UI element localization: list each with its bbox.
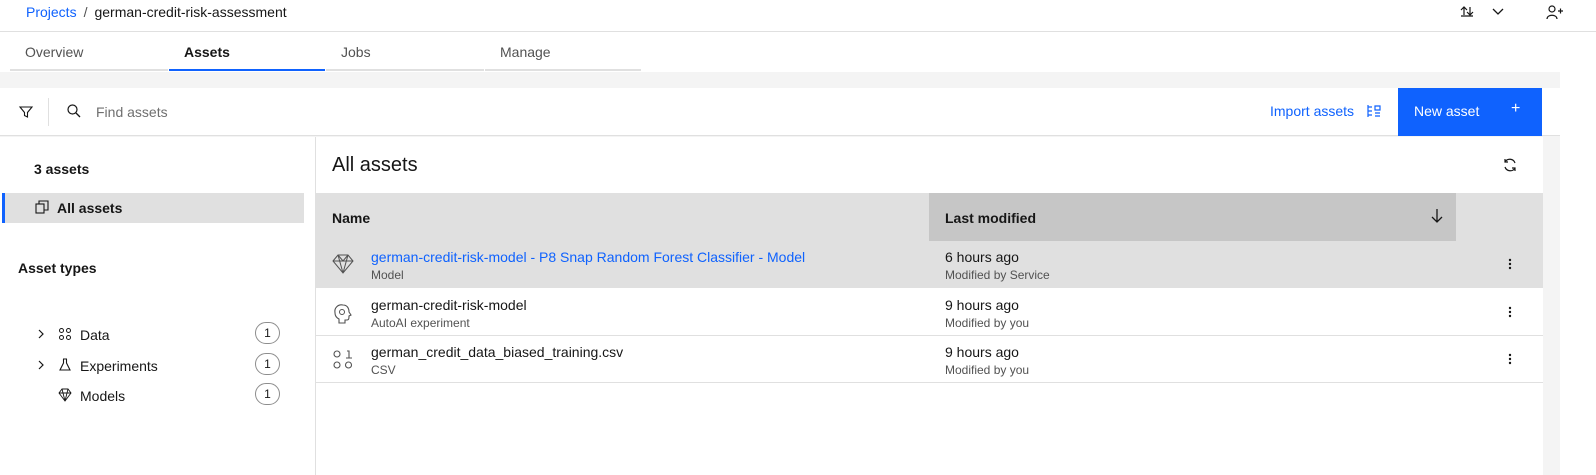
assets-toolbar: Import assets New asset +	[0, 88, 1560, 136]
sidebar-type-data[interactable]: Data 1	[0, 321, 300, 351]
top-bar: Projects / german-credit-risk-assessment	[0, 0, 1596, 32]
breadcrumb-separator: /	[83, 4, 88, 20]
diamond-icon	[332, 254, 354, 279]
diamond-icon	[58, 388, 72, 405]
last-modified: 6 hours ago	[945, 249, 1019, 265]
asset-sidebar: 3 assets All assets Asset types Data 1 E…	[0, 137, 316, 475]
chevron-right-icon[interactable]	[36, 327, 46, 344]
table-row[interactable]: german-credit-risk-model - P8 Snap Rando…	[316, 241, 1543, 288]
count-badge: 1	[255, 322, 280, 344]
breadcrumb: Projects / german-credit-risk-assessment	[26, 4, 287, 20]
data-icon	[58, 327, 72, 344]
overflow-menu-icon[interactable]	[1502, 304, 1518, 325]
sidebar-type-experiments[interactable]: Experiments 1	[0, 352, 300, 382]
refresh-icon[interactable]	[1502, 157, 1518, 178]
breadcrumb-current: german-credit-risk-assessment	[94, 4, 287, 20]
page-title: All assets	[332, 154, 418, 176]
new-asset-button[interactable]: New asset +	[1398, 88, 1542, 136]
modified-by: Modified by you	[945, 316, 1030, 330]
sidebar-item-label: All assets	[57, 200, 123, 216]
sidebar-type-label: Models	[80, 388, 126, 404]
import-icon[interactable]	[1366, 103, 1382, 124]
sidebar-item-all-assets[interactable]: All assets	[2, 193, 304, 223]
chevron-down-icon[interactable]	[1491, 4, 1505, 21]
asset-type: CSV	[371, 363, 396, 377]
tab-overview[interactable]: Overview	[10, 32, 168, 71]
search-input[interactable]	[86, 98, 486, 126]
count-badge: 1	[255, 353, 280, 375]
upload-download-icon[interactable]	[1459, 4, 1475, 23]
table-row[interactable]: german-credit-risk-model AutoAI experime…	[316, 289, 1543, 336]
asset-name-link[interactable]: german-credit-risk-model	[371, 297, 527, 313]
sidebar-type-label: Data	[80, 327, 110, 343]
sort-arrow-down-icon[interactable]	[1429, 208, 1445, 227]
asset-types-heading: Asset types	[18, 260, 97, 276]
add-user-icon[interactable]	[1546, 4, 1564, 23]
column-header-label: Last modified	[945, 210, 1037, 226]
count-badge: 1	[255, 383, 280, 405]
flask-icon	[58, 358, 72, 375]
filter-icon[interactable]	[18, 104, 34, 120]
asset-name-link[interactable]: german_credit_data_biased_training.csv	[371, 344, 623, 360]
modified-by: Modified by you	[945, 363, 1030, 377]
toolbar-divider	[48, 98, 49, 126]
asset-count: 3 assets	[34, 161, 90, 177]
tab-assets[interactable]: Assets	[169, 32, 325, 71]
copy-icon	[35, 200, 49, 219]
data-icon	[332, 349, 354, 376]
import-assets-button[interactable]: Import assets	[1270, 103, 1354, 119]
overflow-menu-icon[interactable]	[1502, 351, 1518, 372]
asset-type: Model	[371, 268, 404, 282]
last-modified: 9 hours ago	[945, 344, 1019, 360]
column-header-last-modified[interactable]: Last modified	[929, 193, 1456, 241]
new-asset-label: New asset	[1414, 103, 1480, 119]
breadcrumb-projects-link[interactable]: Projects	[26, 4, 77, 20]
sidebar-type-models[interactable]: Models 1	[0, 382, 300, 412]
scrollbar[interactable]	[1560, 72, 1596, 475]
search-icon	[66, 103, 82, 124]
tab-manage[interactable]: Manage	[485, 32, 641, 71]
overflow-menu-icon[interactable]	[1502, 256, 1518, 277]
chevron-right-icon[interactable]	[36, 358, 46, 375]
tab-bar: Overview Assets Jobs Manage	[0, 32, 1596, 72]
brain-icon	[332, 302, 354, 329]
assets-panel: All assets Name Last modified german-cre…	[316, 137, 1543, 475]
table-row[interactable]: german_credit_data_biased_training.csv C…	[316, 336, 1543, 383]
asset-type: AutoAI experiment	[371, 316, 470, 330]
last-modified: 9 hours ago	[945, 297, 1019, 313]
tab-jobs[interactable]: Jobs	[326, 32, 484, 71]
table-header: Name Last modified	[316, 193, 1543, 241]
asset-name-link[interactable]: german-credit-risk-model - P8 Snap Rando…	[371, 249, 805, 265]
modified-by: Modified by Service	[945, 268, 1050, 282]
sidebar-type-label: Experiments	[80, 358, 158, 374]
plus-icon: +	[1511, 100, 1521, 117]
column-header-name[interactable]: Name	[332, 210, 370, 226]
